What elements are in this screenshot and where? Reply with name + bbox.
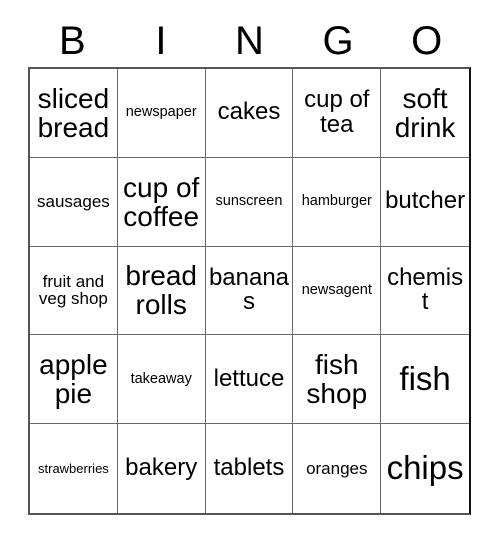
bingo-cell-label: cup of tea [304, 85, 370, 138]
bingo-cell-label: cup of coffee [123, 171, 200, 232]
bingo-cell-label: soft drink [394, 82, 456, 143]
bingo-cell-r3c4[interactable]: newsagent [293, 246, 382, 336]
bingo-cell-label: newspaper [125, 104, 197, 121]
bingo-header-letter-o: O [411, 18, 443, 63]
bingo-cell-r3c1[interactable]: fruit and veg shop [30, 246, 118, 336]
bingo-cell-r4c1[interactable]: apple pie [30, 335, 118, 425]
bingo-header-row: B I N G O [28, 14, 471, 67]
bingo-cell-label: sliced bread [37, 82, 110, 143]
bingo-cell-label: takeaway [130, 370, 192, 387]
bingo-cell-label: fruit and veg shop [38, 271, 108, 309]
bingo-cell-label: hamburger [301, 193, 372, 210]
bingo-cell-r2c3[interactable]: sunscreen [205, 157, 294, 247]
bingo-cell-r5c3[interactable]: tablets [205, 424, 294, 513]
bingo-cell-r5c2[interactable]: bakery [117, 424, 206, 513]
bingo-cell-label: fish shop [306, 349, 368, 410]
bingo-cell-label: apple pie [39, 349, 108, 410]
bingo-cell-label: oranges [306, 458, 368, 478]
bingo-grid: sliced bread newspaper cakes cup of tea … [28, 67, 471, 515]
bingo-cell-r2c5[interactable]: butcher [381, 157, 469, 247]
bingo-cell-r4c4[interactable]: fish shop [293, 335, 382, 425]
bingo-cell-label: bakery [125, 454, 198, 482]
bingo-cell-r1c1[interactable]: sliced bread [30, 69, 118, 158]
bingo-header-letter-b: B [58, 18, 86, 63]
bingo-cell-r3c5[interactable]: chemist [381, 246, 469, 336]
bingo-cell-label: bananas [208, 263, 290, 316]
bingo-cell-label: chips [386, 449, 464, 487]
bingo-cell-r3c3[interactable]: bananas [205, 246, 294, 336]
bingo-cell-label: bread rolls [125, 260, 197, 321]
bingo-cell-r5c1[interactable]: strawberries [30, 424, 118, 513]
bingo-cell-label: sunscreen [215, 193, 283, 210]
bingo-cell-r2c1[interactable]: sausages [30, 157, 118, 247]
bingo-cell-label: strawberries [38, 460, 109, 476]
bingo-cell-label: newsagent [301, 281, 372, 298]
bingo-cell-label: cakes [217, 98, 281, 126]
bingo-cell-r4c2[interactable]: takeaway [117, 335, 206, 425]
bingo-cell-label: fish [399, 360, 451, 398]
bingo-cell-r1c5[interactable]: soft drink [381, 69, 469, 158]
bingo-cell-r3c2[interactable]: bread rolls [117, 246, 206, 336]
bingo-cell-r4c5[interactable]: fish [381, 335, 469, 425]
bingo-header-letter-g: G [322, 18, 354, 63]
bingo-cell-r1c3[interactable]: cakes [205, 69, 294, 158]
bingo-cell-r1c4[interactable]: cup of tea [293, 69, 382, 158]
bingo-cell-label: lettuce [213, 364, 285, 392]
bingo-cell-label: chemist [387, 263, 464, 316]
bingo-cell-label: butcher [385, 187, 466, 215]
bingo-cell-r2c2[interactable]: cup of coffee [117, 157, 206, 247]
bingo-cell-label: sausages [37, 191, 110, 211]
bingo-header-letter-n: N [235, 18, 264, 63]
bingo-cell-r2c4[interactable]: hamburger [293, 157, 382, 247]
bingo-cell-r5c4[interactable]: oranges [293, 424, 382, 513]
bingo-cell-r5c5[interactable]: chips [381, 424, 469, 513]
bingo-header-letter-i: I [155, 18, 167, 63]
bingo-cell-r4c3[interactable]: lettuce [205, 335, 294, 425]
bingo-cell-label: tablets [213, 454, 285, 482]
bingo-cell-r1c2[interactable]: newspaper [117, 69, 206, 158]
bingo-card: B I N G O sliced bread newspaper cakes c… [0, 0, 500, 544]
